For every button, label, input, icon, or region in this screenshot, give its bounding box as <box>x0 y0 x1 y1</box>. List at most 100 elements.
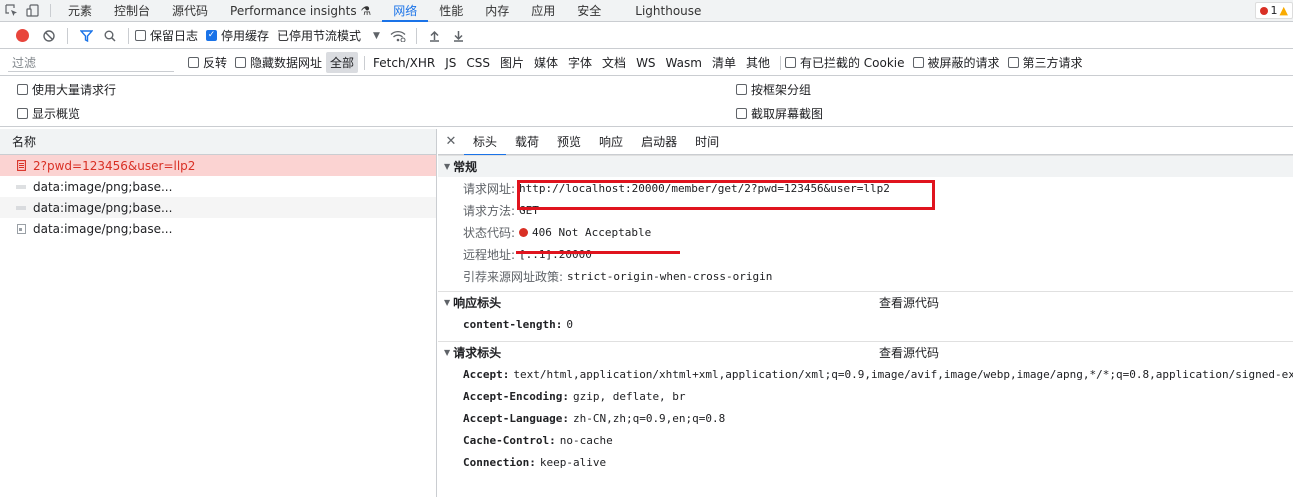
document-icon <box>16 160 26 172</box>
request-headers-section-header[interactable]: ▼ 请求标头 查看源代码 <box>438 341 1293 363</box>
request-details: ✕ 标头 载荷 预览 响应 启动器 时间 ▼ 常规 请求网址: http://l… <box>438 129 1293 497</box>
type-filter-js[interactable]: JS <box>441 54 460 72</box>
request-row[interactable]: 2?pwd=123456&user=llp2 <box>0 155 436 176</box>
settings-row-1: 使用大量请求行 按框架分组 <box>0 76 1293 102</box>
capture-screenshots-checkbox[interactable]: 截取屏幕截图 <box>736 105 823 122</box>
tab-network[interactable]: 网络 <box>382 0 429 22</box>
type-filter-manifest[interactable]: 清单 <box>708 52 740 73</box>
type-separator <box>779 55 781 70</box>
tab-application[interactable]: 应用 <box>520 0 566 21</box>
request-header-row: Accept-Encoding: gzip, deflate, br <box>463 389 686 403</box>
third-party-checkbox[interactable]: 第三方请求 <box>1007 54 1083 71</box>
filter-bar: 过滤 反转 隐藏数据网址 全部 Fetch/XHR JS CSS 图片 媒体 字… <box>0 50 1293 76</box>
tab-initiator[interactable]: 启动器 <box>632 129 686 155</box>
filter-input[interactable]: 过滤 <box>8 54 174 72</box>
import-har-icon[interactable] <box>423 30 447 42</box>
image-file-icon <box>16 223 26 235</box>
request-header-row: Accept-Language: zh-CN,zh;q=0.9,en;q=0.8 <box>463 411 726 425</box>
tab-payload[interactable]: 载荷 <box>506 129 548 155</box>
request-header-row: Connection: keep-alive <box>463 455 607 469</box>
filter-icon[interactable] <box>74 29 98 42</box>
status-error-icon <box>519 227 529 237</box>
tab-performance[interactable]: 性能 <box>428 0 474 21</box>
type-filter-fetch-xhr[interactable]: Fetch/XHR <box>369 54 439 72</box>
export-har-icon[interactable] <box>447 30 471 42</box>
flask-icon: ⚗ <box>360 3 372 18</box>
toolbar-separator <box>128 27 129 44</box>
dropdown-arrow-icon: ▼ <box>373 30 380 41</box>
tab-console[interactable]: 控制台 <box>103 0 161 21</box>
devtools-tab-bar: 元素 控制台 源代码 Performance insights ⚗ 网络 性能 … <box>0 0 1293 22</box>
checkmark-icon: ✓ <box>206 30 218 41</box>
type-filter-media[interactable]: 媒体 <box>530 52 562 73</box>
request-row[interactable]: data:image/png;base... <box>0 197 436 218</box>
tab-memory[interactable]: 内存 <box>474 0 520 21</box>
collapse-triangle-icon: ▼ <box>444 162 451 171</box>
response-headers-section-header[interactable]: ▼ 响应标头 查看源代码 <box>438 291 1293 313</box>
error-count-badge[interactable]: 1 ▲ <box>1254 2 1293 19</box>
tab-timing[interactable]: 时间 <box>686 129 728 155</box>
type-filter-other[interactable]: 其他 <box>742 52 774 73</box>
disable-cache-checkbox[interactable]: ✓ 停用缓存 <box>206 27 269 44</box>
network-conditions-icon[interactable] <box>386 30 410 42</box>
view-source-link[interactable]: 查看源代码 <box>879 294 939 311</box>
tab-response[interactable]: 响应 <box>590 129 632 155</box>
request-method-row: 请求方法: GET <box>463 203 539 218</box>
request-row[interactable]: data:image/png;base... <box>0 176 436 197</box>
request-header-row: Accept: text/html,application/xhtml+xml,… <box>463 367 1293 381</box>
tab-sources[interactable]: 源代码 <box>161 0 219 21</box>
warning-icon: ▲ <box>1279 4 1288 17</box>
tab-preview[interactable]: 预览 <box>548 129 590 155</box>
tab-elements[interactable]: 元素 <box>57 0 103 21</box>
tab-security[interactable]: 安全 <box>566 0 612 21</box>
type-filter-css[interactable]: CSS <box>462 54 494 72</box>
image-data-icon <box>16 202 26 214</box>
type-filter-font[interactable]: 字体 <box>564 52 596 73</box>
invert-checkbox[interactable]: 反转 <box>188 54 227 71</box>
type-filter-wasm[interactable]: Wasm <box>662 54 706 72</box>
request-list: 名称 2?pwd=123456&user=llp2 data:image/png… <box>0 129 437 497</box>
close-icon[interactable]: ✕ <box>438 134 464 149</box>
search-icon[interactable] <box>98 30 122 42</box>
record-button[interactable] <box>16 29 29 42</box>
type-separator <box>364 55 366 70</box>
tab-lighthouse[interactable]: Lighthouse <box>624 0 712 21</box>
clear-icon[interactable] <box>37 29 61 42</box>
image-data-icon <box>16 181 26 193</box>
remote-address-row: 远程地址: [::1]:20000 <box>463 247 592 262</box>
group-by-frame-checkbox[interactable]: 按框架分组 <box>736 81 811 98</box>
type-filter-all[interactable]: 全部 <box>326 52 359 73</box>
response-header-row: content-length: 0 <box>463 317 573 331</box>
view-source-link[interactable]: 查看源代码 <box>879 344 939 361</box>
type-filter-ws[interactable]: WS <box>632 54 659 72</box>
tab-performance-insights[interactable]: Performance insights ⚗ <box>219 0 382 21</box>
large-rows-checkbox[interactable]: 使用大量请求行 <box>17 81 116 98</box>
preserve-log-checkbox[interactable]: 保留日志 <box>135 27 198 44</box>
collapse-triangle-icon: ▼ <box>444 298 451 307</box>
settings-row-2: 显示概览 截取屏幕截图 <box>0 101 1293 127</box>
tab-headers[interactable]: 标头 <box>464 129 507 156</box>
tab-separator <box>50 4 51 17</box>
name-column-header[interactable]: 名称 <box>0 129 436 155</box>
request-url-row: 请求网址: http://localhost:20000/member/get/… <box>463 181 890 196</box>
toolbar-separator <box>67 27 68 44</box>
request-url: http://localhost:20000/member/get/2?pwd=… <box>519 181 890 195</box>
request-row[interactable]: data:image/png;base... <box>0 218 436 239</box>
details-tabs: ✕ 标头 载荷 预览 响应 启动器 时间 <box>438 129 1293 156</box>
device-toolbar-icon[interactable] <box>22 0 44 21</box>
general-section-header[interactable]: ▼ 常规 <box>438 155 1293 177</box>
show-overview-checkbox[interactable]: 显示概览 <box>17 105 80 122</box>
hide-data-urls-checkbox[interactable]: 隐藏数据网址 <box>235 54 322 71</box>
type-filter-img[interactable]: 图片 <box>496 52 528 73</box>
type-filter-doc[interactable]: 文档 <box>598 52 630 73</box>
network-toolbar: 保留日志 ✓ 停用缓存 已停用节流模式 ▼ <box>0 23 1293 49</box>
blocked-cookies-checkbox[interactable]: 有已拦截的 Cookie <box>784 54 905 71</box>
blocked-requests-checkbox[interactable]: 被屏蔽的请求 <box>912 54 1000 71</box>
throttling-select[interactable]: 已停用节流模式 ▼ <box>277 27 380 44</box>
request-header-row: Cache-Control: no-cache <box>463 433 613 447</box>
inspect-element-icon[interactable] <box>0 0 22 21</box>
status-code-row: 状态代码: 406 Not Acceptable <box>463 225 652 240</box>
error-icon <box>1259 6 1268 15</box>
referrer-policy-row: 引荐来源网址政策: strict-origin-when-cross-origi… <box>463 269 773 284</box>
toolbar-separator <box>415 27 417 44</box>
